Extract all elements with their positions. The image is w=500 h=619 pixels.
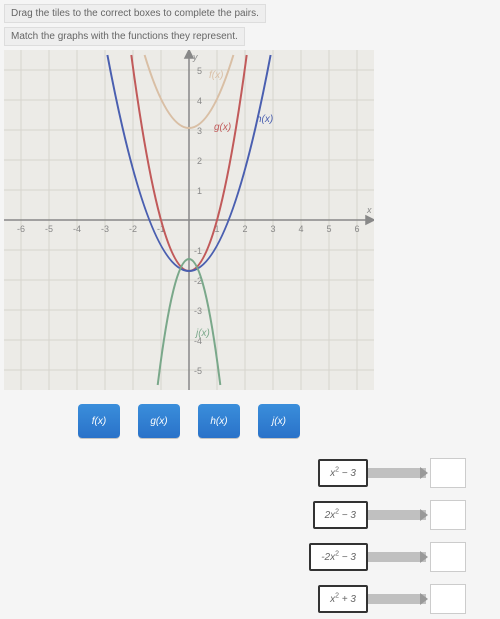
svg-text:4: 4 bbox=[197, 96, 202, 106]
x-axis-label: x bbox=[366, 205, 372, 215]
label-h: h(x) bbox=[256, 114, 273, 125]
arrow-icon bbox=[368, 552, 426, 562]
svg-text:3: 3 bbox=[197, 126, 202, 136]
tile-h[interactable]: h(x) bbox=[198, 404, 240, 438]
svg-text:-5: -5 bbox=[45, 224, 53, 234]
pair-row: x2 + 3 bbox=[318, 584, 466, 614]
label-f: f(x) bbox=[209, 70, 223, 81]
label-g: g(x) bbox=[214, 122, 231, 133]
arrow-icon bbox=[368, 510, 426, 520]
pair-row: x2 − 3 bbox=[318, 458, 466, 488]
tile-g[interactable]: g(x) bbox=[138, 404, 180, 438]
y-axis-label: y bbox=[192, 52, 198, 62]
tile-f[interactable]: f(x) bbox=[78, 404, 120, 438]
pairs-area: x2 − 3 2x2 − 3 -2x2 − 3 x2 + 3 bbox=[4, 458, 496, 614]
drop-box-2[interactable] bbox=[430, 500, 466, 530]
svg-text:-4: -4 bbox=[73, 224, 81, 234]
svg-text:5: 5 bbox=[326, 224, 331, 234]
tiles-row: f(x) g(x) h(x) j(x) bbox=[4, 404, 374, 438]
svg-text:-5: -5 bbox=[194, 366, 202, 376]
svg-text:2: 2 bbox=[197, 156, 202, 166]
arrow-icon bbox=[368, 594, 426, 604]
label-j: j(x) bbox=[194, 328, 210, 339]
instruction-sub: Match the graphs with the functions they… bbox=[4, 27, 245, 46]
svg-text:3: 3 bbox=[270, 224, 275, 234]
expr-box-4: x2 + 3 bbox=[318, 585, 368, 613]
pair-row: 2x2 − 3 bbox=[313, 500, 466, 530]
drop-box-1[interactable] bbox=[430, 458, 466, 488]
arrow-icon bbox=[368, 468, 426, 478]
coordinate-graph: x y -6-5-4-3-2-1 123456 54321 -1-2-3-4-5… bbox=[4, 50, 374, 390]
svg-text:-3: -3 bbox=[194, 306, 202, 316]
instruction-main: Drag the tiles to the correct boxes to c… bbox=[4, 4, 266, 23]
expr-box-3: -2x2 − 3 bbox=[309, 543, 368, 571]
svg-text:5: 5 bbox=[197, 66, 202, 76]
drop-box-3[interactable] bbox=[430, 542, 466, 572]
svg-text:-1: -1 bbox=[194, 246, 202, 256]
svg-text:1: 1 bbox=[197, 186, 202, 196]
svg-text:-3: -3 bbox=[101, 224, 109, 234]
svg-text:2: 2 bbox=[242, 224, 247, 234]
svg-text:-6: -6 bbox=[17, 224, 25, 234]
svg-text:-2: -2 bbox=[129, 224, 137, 234]
graph-panel: x y -6-5-4-3-2-1 123456 54321 -1-2-3-4-5… bbox=[4, 50, 374, 390]
expr-box-2: 2x2 − 3 bbox=[313, 501, 368, 529]
pair-row: -2x2 − 3 bbox=[309, 542, 466, 572]
drop-box-4[interactable] bbox=[430, 584, 466, 614]
tile-j[interactable]: j(x) bbox=[258, 404, 300, 438]
svg-text:6: 6 bbox=[354, 224, 359, 234]
expr-box-1: x2 − 3 bbox=[318, 459, 368, 487]
svg-text:4: 4 bbox=[298, 224, 303, 234]
